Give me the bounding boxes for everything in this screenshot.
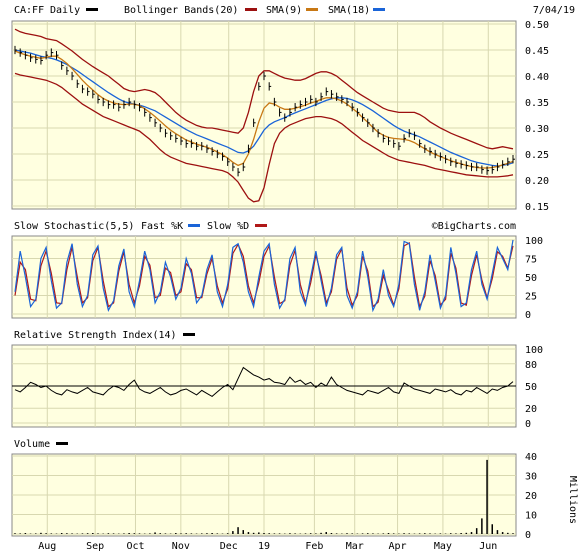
y-tick-label: 0 [525, 530, 531, 541]
sma9-legend-swatch [306, 8, 318, 11]
y-tick-label: 0.50 [525, 20, 549, 31]
y-tick-label: 100 [525, 236, 543, 247]
x-tick-label: Dec [220, 541, 238, 552]
y-tick-label: 100 [525, 345, 543, 356]
y-tick-label: 50 [525, 273, 537, 284]
sma18-legend-swatch [373, 8, 385, 11]
y-tick-label: 10 [525, 511, 537, 522]
y-tick-label: 75 [525, 255, 537, 266]
volume-legend-swatch [56, 442, 68, 445]
x-tick-label: Jun [479, 541, 497, 552]
bigcharts-watermark: ©BigCharts.com [432, 221, 516, 232]
sma18-label: SMA(18) [328, 5, 370, 16]
y-tick-label: 0.40 [525, 72, 549, 83]
x-tick-label: 19 [258, 541, 270, 552]
y-tick-label: 30 [525, 472, 537, 483]
stochastic-title: Slow Stochastic(5,5) [14, 221, 134, 232]
price-legend-swatch [86, 8, 98, 11]
x-tick-label: Feb [305, 541, 323, 552]
x-tick-label: Aug [38, 541, 56, 552]
stochastic-panel: 1007550250 Slow Stochastic(5,5) Fast %K … [11, 221, 543, 321]
x-tick-label: Apr [389, 541, 407, 552]
y-tick-label: 0.25 [525, 150, 549, 161]
rsi-title: Relative Strength Index(14) [14, 330, 177, 341]
bollinger-label: Bollinger Bands(20) [124, 5, 238, 16]
y-tick-label: 0 [525, 419, 531, 430]
volume-title: Volume [14, 439, 50, 450]
y-tick-label: 0.20 [525, 176, 549, 187]
fast-k-label: Fast %K [141, 221, 183, 232]
x-tick-label: Sep [86, 541, 104, 552]
rsi-legend-swatch [183, 333, 195, 336]
slow-d-label: Slow %D [207, 221, 249, 232]
y-tick-label: 0.30 [525, 124, 549, 135]
y-tick-label: 20 [525, 404, 537, 415]
y-tick-label: 0 [525, 310, 531, 321]
y-tick-label: 0.45 [525, 46, 549, 57]
sma9-label: SMA(9) [266, 5, 302, 16]
x-tick-label: May [434, 541, 452, 552]
y-tick-label: 40 [525, 452, 537, 463]
volume-panel: 40 30 20 10 0 Volume Millions [11, 439, 578, 541]
rsi-panel: 100 80 50 20 0 Relative Strength Index(14) [11, 330, 543, 430]
y-tick-label: 80 [525, 360, 537, 371]
fast-k-swatch [188, 224, 200, 227]
y-tick-label: 50 [525, 382, 537, 393]
volume-ylabel: Millions [567, 476, 578, 524]
x-tick-label: Nov [172, 541, 190, 552]
y-tick-label: 25 [525, 292, 537, 303]
x-tick-label: Mar [346, 541, 364, 552]
stock-chart: 0.50 0.45 0.40 0.35 0.30 0.25 0.20 0.15 CA:FF D… [0, 0, 579, 553]
price-ticker: CA:FF [14, 5, 44, 16]
y-tick-label: 0.15 [525, 202, 549, 213]
price-panel: 0.50 0.45 0.40 0.35 0.30 0.25 0.20 0.15 CA:FF D… [11, 5, 575, 213]
y-tick-label: 20 [525, 491, 537, 502]
x-tick-label: Oct [126, 541, 144, 552]
slow-d-swatch [255, 224, 267, 227]
price-period: Daily [50, 5, 80, 16]
chart-date: 7/04/19 [533, 5, 575, 16]
y-tick-label: 0.35 [525, 98, 549, 109]
bollinger-legend-swatch [245, 8, 257, 11]
